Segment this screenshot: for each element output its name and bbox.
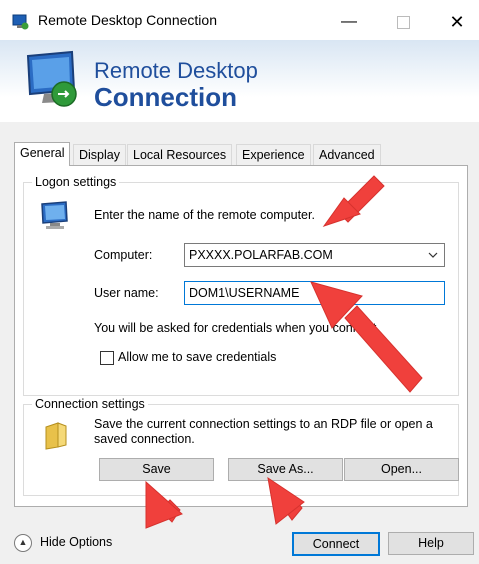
banner-title-line2: Connection xyxy=(94,82,237,112)
rdp-app-icon xyxy=(12,14,29,30)
minimize-icon: — xyxy=(341,13,357,30)
close-button[interactable]: ✕ xyxy=(434,8,479,36)
maximize-button[interactable] xyxy=(380,8,426,36)
open-button[interactable]: Open... xyxy=(344,458,459,481)
rdp-window: Remote Desktop Connection — ✕ Remote Des… xyxy=(0,0,479,564)
tab-advanced[interactable]: Advanced xyxy=(313,144,381,165)
tab-display[interactable]: Display xyxy=(73,144,126,165)
save-credentials-checkbox[interactable] xyxy=(100,351,114,365)
connect-button[interactable]: Connect xyxy=(292,532,380,556)
tab-general[interactable]: General xyxy=(14,142,71,166)
hide-options-label[interactable]: Hide Options xyxy=(40,535,112,549)
logon-settings-group: Logon settings Enter the name of the rem… xyxy=(23,175,459,396)
banner: Remote Desktop Connection xyxy=(0,40,479,122)
computer-combobox[interactable]: PXXXX.POLARFAB.COM xyxy=(184,243,445,267)
chevron-up-icon[interactable]: ▲ xyxy=(14,534,32,552)
username-field[interactable]: DOM1\USERNAME xyxy=(184,281,445,305)
logon-settings-label: Logon settings xyxy=(32,175,120,189)
computer-value: PXXXX.POLARFAB.COM xyxy=(189,248,333,262)
folder-icon xyxy=(45,422,67,450)
tab-experience[interactable]: Experience xyxy=(236,144,311,165)
save-button[interactable]: Save xyxy=(99,458,214,481)
remote-desktop-logo-icon xyxy=(26,50,77,107)
help-button[interactable]: Help xyxy=(388,532,474,555)
save-credentials-label[interactable]: Allow me to save credentials xyxy=(118,350,276,364)
minimize-button[interactable]: — xyxy=(326,8,372,36)
connection-description: Save the current connection settings to … xyxy=(94,417,433,446)
tab-local-resources[interactable]: Local Resources xyxy=(127,144,233,165)
banner-title-line1: Remote Desktop xyxy=(94,58,258,83)
connection-settings-label: Connection settings xyxy=(32,397,148,411)
username-value: DOM1\USERNAME xyxy=(189,286,300,300)
chevron-down-icon[interactable] xyxy=(426,244,440,266)
computer-monitor-icon xyxy=(41,201,68,229)
general-tab-panel: Logon settings Enter the name of the rem… xyxy=(14,165,468,507)
title-bar[interactable]: Remote Desktop Connection — ✕ xyxy=(0,0,479,40)
connection-settings-group: Connection settings Save the current con… xyxy=(23,397,459,496)
save-as-button[interactable]: Save As... xyxy=(228,458,343,481)
footer-bar: ▲ Hide Options Connect Help xyxy=(0,520,479,564)
username-label: User name: xyxy=(94,286,159,300)
close-icon: ✕ xyxy=(449,12,465,32)
maximize-icon xyxy=(396,16,410,30)
window-title: Remote Desktop Connection xyxy=(38,12,217,28)
computer-label: Computer: xyxy=(94,248,153,262)
logon-instruction: Enter the name of the remote computer. xyxy=(94,208,315,222)
credentials-note: You will be asked for credentials when y… xyxy=(94,321,380,335)
